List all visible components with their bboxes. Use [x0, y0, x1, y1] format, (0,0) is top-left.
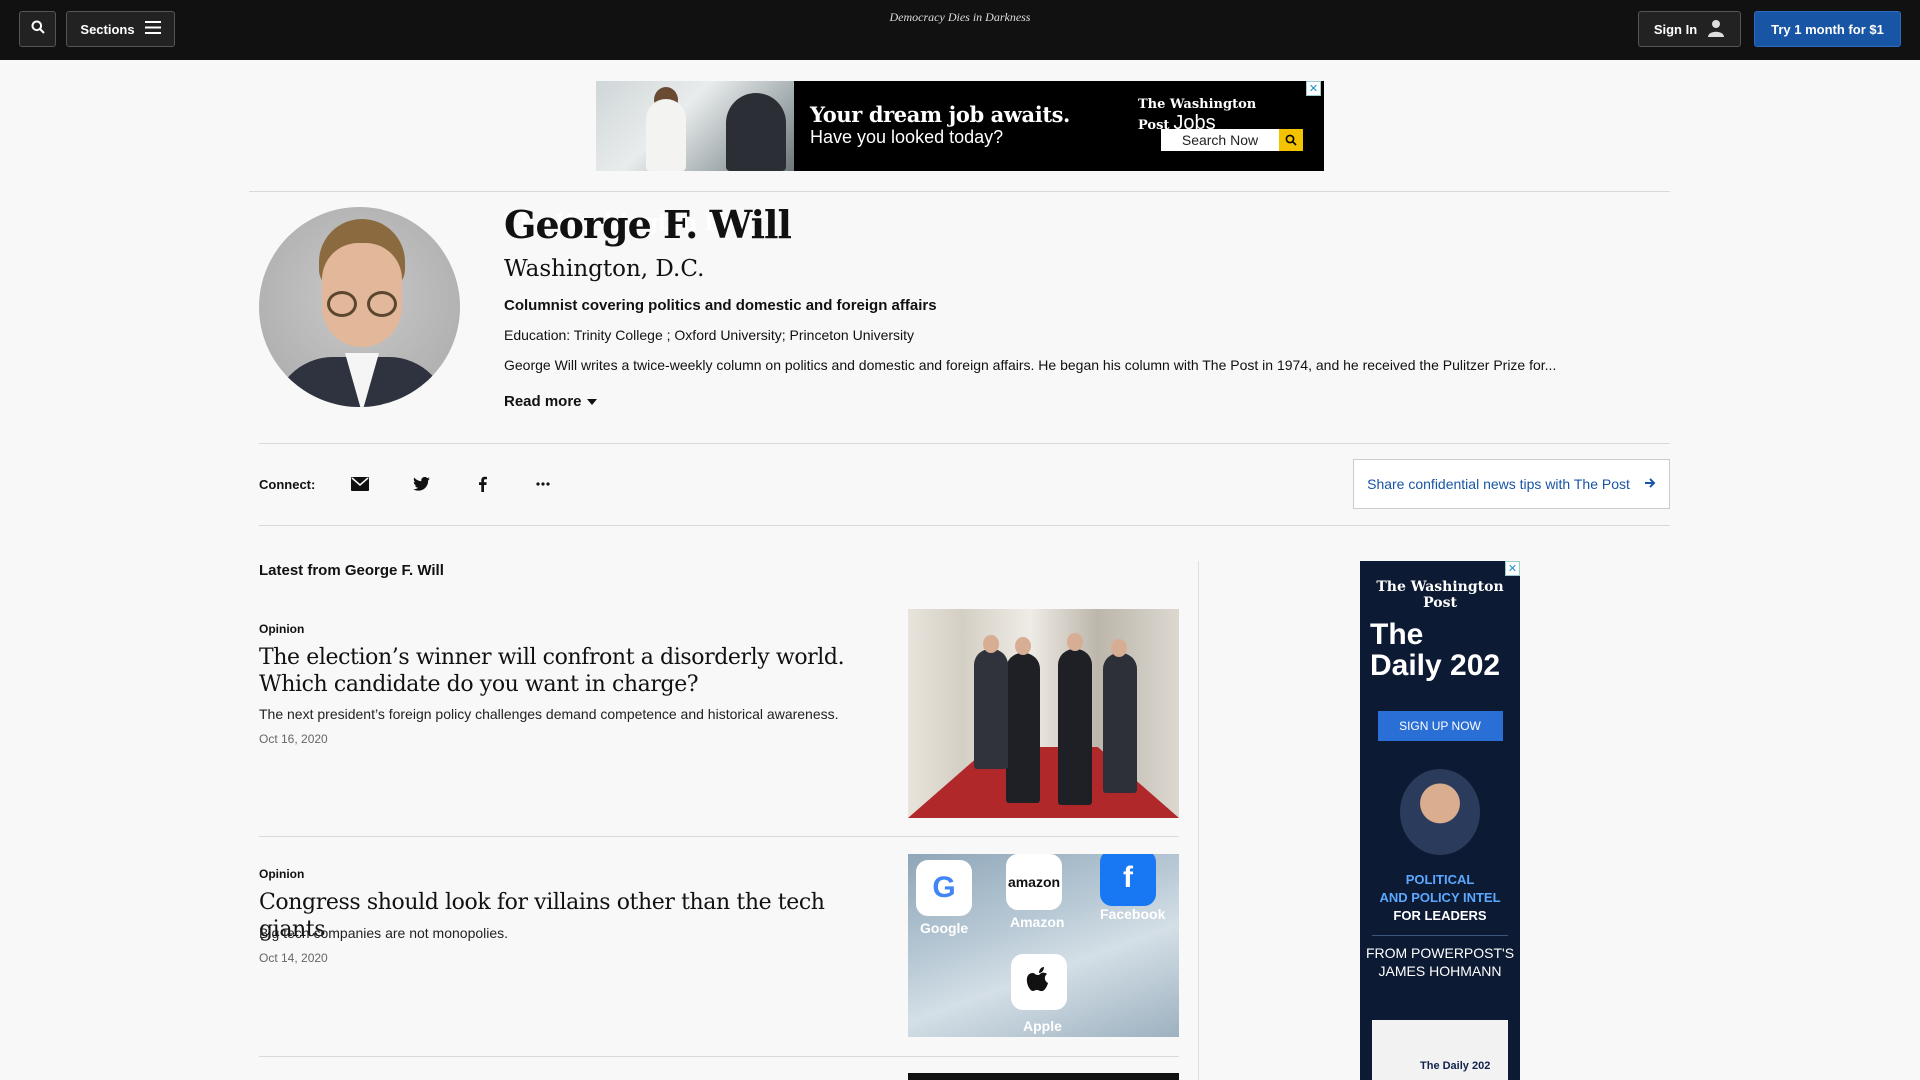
side-ad-title-line1: The [1370, 618, 1424, 651]
email-icon[interactable] [348, 472, 372, 496]
side-ad-title-line2: Daily 202 [1370, 649, 1501, 682]
app-label-amazon: Amazon [1010, 914, 1065, 930]
arrow-right-icon [1644, 476, 1656, 492]
article-blurb: The next president’s foreign policy chal… [259, 706, 839, 722]
article-thumbnail[interactable] [908, 609, 1179, 818]
article-date: Oct 14, 2020 [259, 951, 328, 965]
header-divider [249, 191, 1670, 192]
article-blurb: Big tech companies are not monopolies. [259, 925, 509, 941]
author-role: Columnist covering politics and domestic… [504, 297, 937, 314]
article-kicker[interactable]: Opinion [259, 622, 304, 636]
column-divider [1198, 561, 1199, 1080]
news-tips-label: Share confidential news tips with The Po… [1367, 476, 1630, 492]
connect-label: Connect: [259, 477, 316, 492]
side-ad-newsletter-preview: The Daily 202 [1372, 1020, 1508, 1080]
side-ad-from-line1: FROM POWERPOST'S [1365, 945, 1515, 961]
ad-search-icon[interactable] [1279, 129, 1303, 151]
article-date: Oct 16, 2020 [259, 732, 328, 746]
subscribe-button[interactable]: Try 1 month for $1 [1754, 11, 1901, 47]
facebook-icon[interactable] [470, 472, 494, 496]
ad-subline: Have you looked today? [810, 127, 1004, 147]
apple-icon [1011, 954, 1067, 1010]
profile-divider [259, 443, 1670, 444]
ad-photo [596, 81, 794, 171]
read-more-label: Read more [504, 393, 582, 410]
author-name: George F. Will [504, 202, 792, 247]
author-education: Education: Trinity College ; Oxford Univ… [504, 327, 915, 343]
side-ad-intel-line3: FOR LEADERS [1393, 908, 1487, 923]
side-ad-intel-line1: POLITICAL [1405, 872, 1475, 887]
jobs-banner-ad[interactable]: Your dream job awaits. Have you looked t… [596, 81, 1324, 171]
app-label-facebook: Facebook [1100, 906, 1166, 922]
facebook-app-icon: f [1100, 854, 1156, 906]
daily-202-ad[interactable]: The Washington Post The Daily 202 SIGN U… [1360, 561, 1520, 1080]
side-ad-title: The Daily 202 [1360, 619, 1520, 681]
article-headline[interactable]: The election’s winner will confront a di… [259, 644, 879, 698]
side-ad-from: FROM POWERPOST'S JAMES HOHMANN [1360, 944, 1520, 980]
sign-in-label: Sign In [1653, 21, 1698, 37]
side-ad-rule [1372, 935, 1508, 936]
google-icon: G [916, 860, 972, 916]
ad-close-icon[interactable]: ✕ [1505, 561, 1520, 576]
more-icon[interactable] [531, 472, 555, 496]
article-divider [259, 836, 1179, 837]
top-navigation-bar: Sections The Washington Post Democracy D… [0, 0, 1920, 236]
author-location: Washington, D.C. [504, 256, 705, 282]
latest-section-title: Latest from George F. Will [259, 562, 444, 579]
side-ad-portrait [1400, 769, 1480, 855]
article-divider [259, 1056, 1179, 1057]
connect-divider [259, 525, 1670, 526]
caret-down-icon [586, 398, 597, 405]
ad-search-now[interactable]: Search Now [1161, 129, 1279, 151]
side-ad-signup-button[interactable]: SIGN UP NOW [1377, 711, 1503, 741]
side-ad-from-line2: JAMES HOHMANN [1378, 963, 1502, 979]
twitter-icon[interactable] [409, 472, 433, 496]
site-logo[interactable]: The Washington Post Democracy Dies in Da… [0, 8, 1920, 236]
amazon-icon: amazon [1006, 854, 1062, 910]
article-thumbnail[interactable]: G Google amazon Amazon f Facebook Apple [908, 854, 1179, 1037]
app-label-google: Google [920, 920, 969, 936]
read-more-button[interactable]: Read more [504, 393, 597, 410]
article-kicker[interactable]: Opinion [259, 867, 304, 881]
side-ad-intel-line2: AND POLICY INTEL [1379, 890, 1501, 905]
author-bio: George Will writes a twice-weekly column… [504, 357, 1557, 373]
ad-close-icon[interactable]: ✕ [1306, 81, 1321, 96]
side-ad-paper-title: The Daily 202 [1420, 1060, 1491, 1072]
side-ad-intel: POLITICAL AND POLICY INTEL FOR LEADERS [1360, 871, 1520, 925]
side-ad-brand: The Washington Post [1376, 579, 1504, 611]
logo-tagline: Democracy Dies in Darkness [889, 10, 1031, 24]
sign-in-button[interactable]: Sign In [1638, 11, 1741, 47]
user-icon [1707, 19, 1725, 40]
news-tips-button[interactable]: Share confidential news tips with The Po… [1353, 459, 1670, 509]
app-label-apple: Apple [1023, 1018, 1062, 1034]
author-avatar [259, 207, 460, 407]
article-thumbnail[interactable] [908, 1073, 1179, 1080]
